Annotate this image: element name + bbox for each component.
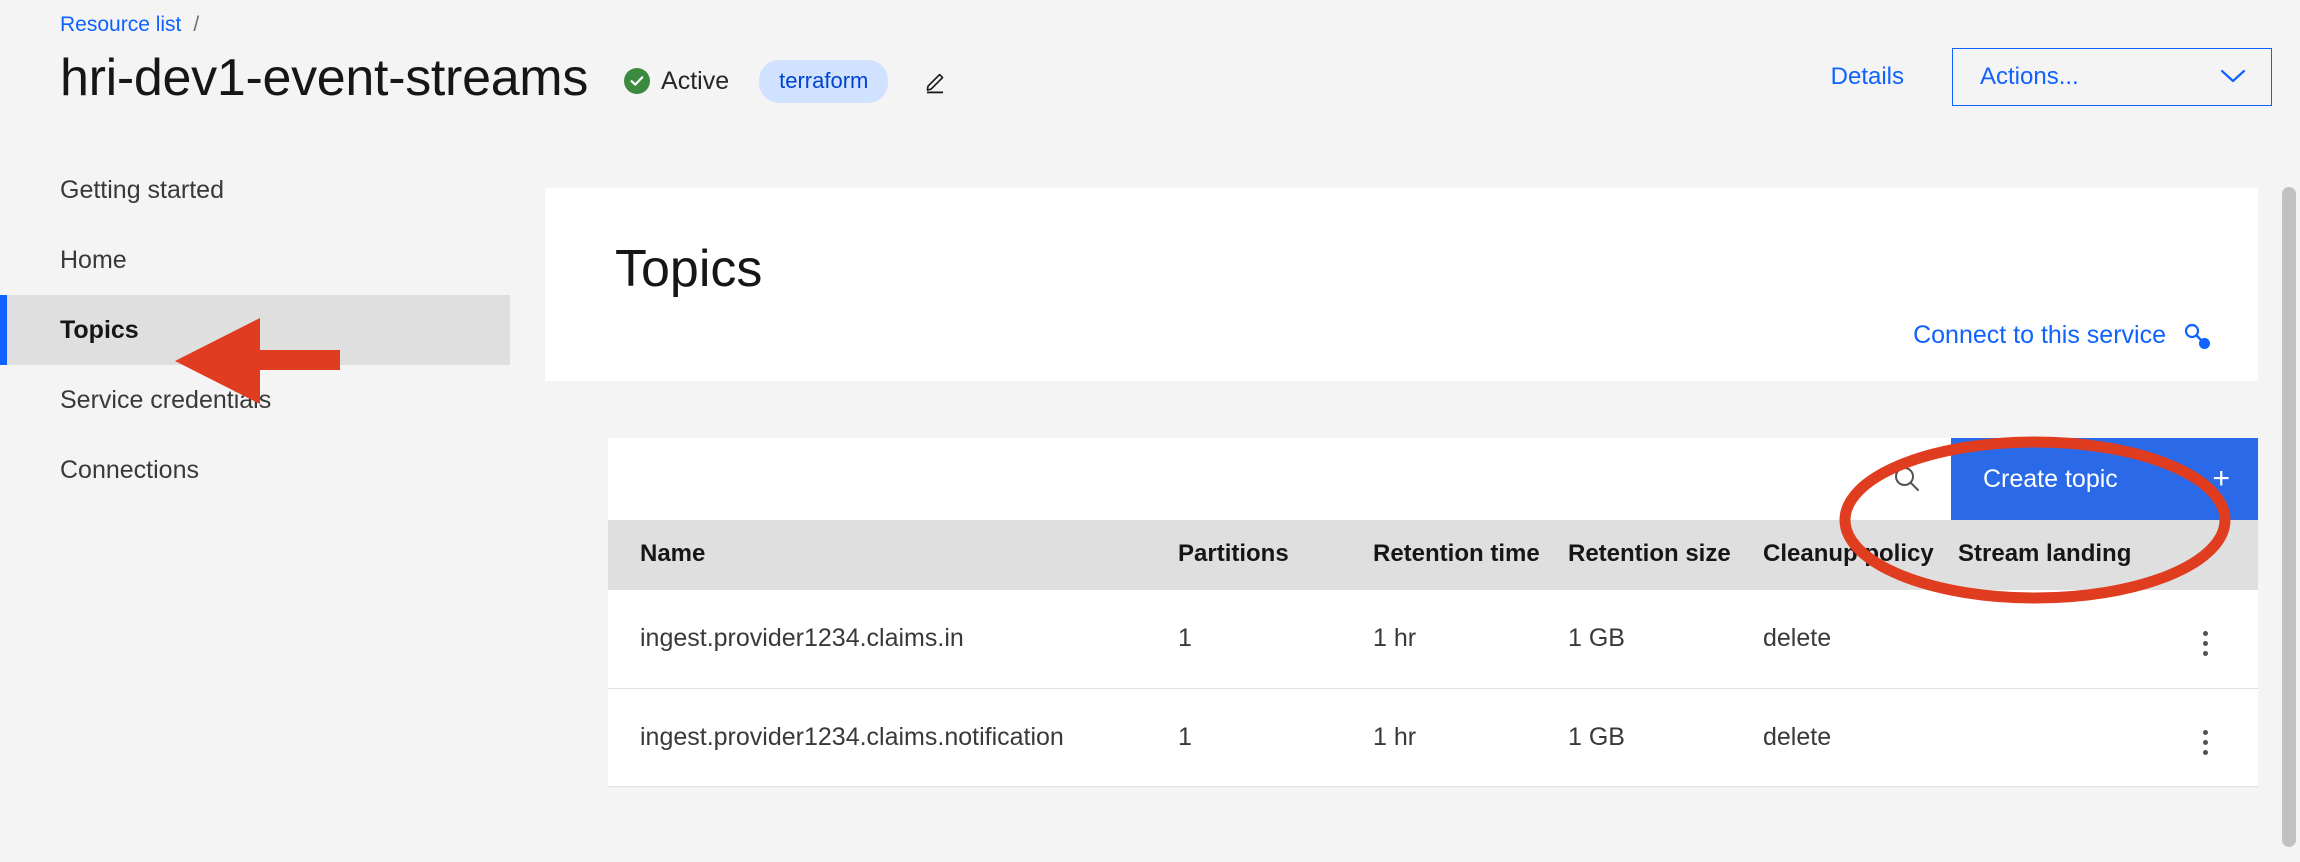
table-row[interactable]: ingest.provider1234.claims.notification … (608, 688, 2258, 787)
cell-retention-time: 1 hr (1373, 590, 1568, 689)
table-header-row: Name Partitions Retention time Retention… (608, 520, 2258, 590)
cell-cleanup-policy: delete (1763, 590, 1958, 689)
sidebar-item-label: Connections (60, 455, 199, 484)
column-header-retention-time[interactable]: Retention time (1373, 520, 1568, 590)
create-topic-label: Create topic (1983, 464, 2118, 493)
column-header-name[interactable]: Name (608, 520, 1178, 590)
sidebar-item-label: Getting started (60, 175, 224, 204)
sidebar-item-home[interactable]: Home (0, 225, 540, 295)
pencil-icon[interactable] (918, 64, 952, 98)
cell-retention-size: 1 GB (1568, 688, 1763, 787)
column-header-cleanup-policy[interactable]: Cleanup policy (1763, 520, 1958, 590)
topics-panel-header: Topics Connect to this service (545, 188, 2258, 381)
cell-name[interactable]: ingest.provider1234.claims.notification (608, 688, 1178, 787)
page-title: hri-dev1-event-streams (60, 49, 589, 107)
column-header-actions (2153, 520, 2258, 590)
cell-stream-landing (1958, 590, 2153, 689)
cell-retention-size: 1 GB (1568, 590, 1763, 689)
tag-terraform[interactable]: terraform (759, 59, 889, 103)
sidebar-item-connections[interactable]: Connections (0, 435, 540, 505)
create-topic-button[interactable]: Create topic + (1951, 438, 2258, 520)
row-overflow-menu-cell (2153, 590, 2258, 689)
cell-partitions: 1 (1178, 688, 1373, 787)
sidebar-item-label: Service credentials (60, 385, 272, 414)
sidebar-item-service-credentials[interactable]: Service credentials (0, 365, 540, 435)
overflow-menu-icon[interactable] (2186, 722, 2226, 762)
plus-icon: + (2212, 462, 2230, 495)
connect-link-label: Connect to this service (1913, 321, 2166, 349)
connect-to-this-service-link[interactable]: Connect to this service (1913, 321, 2212, 350)
topics-table-card: Create topic + Name Partitions Retention… (608, 438, 2258, 787)
status-label: Active (661, 66, 730, 95)
details-link[interactable]: Details (1831, 63, 1904, 91)
cell-stream-landing (1958, 688, 2153, 787)
sidebar-item-label: Topics (60, 315, 139, 344)
column-header-retention-size[interactable]: Retention size (1568, 520, 1763, 590)
page-header: Resource list / hri-dev1-event-streams Ac… (0, 0, 2300, 155)
cell-cleanup-policy: delete (1763, 688, 1958, 787)
connection-node-icon (2182, 322, 2212, 350)
table-head: Name Partitions Retention time Retention… (608, 520, 2258, 590)
table-toolbar: Create topic + (608, 438, 2258, 520)
chevron-down-icon (2219, 67, 2247, 88)
status-badge: Active (624, 67, 729, 96)
vertical-scrollbar[interactable] (2278, 155, 2300, 862)
table-body: ingest.provider1234.claims.in 1 1 hr 1 G… (608, 590, 2258, 787)
actions-button-label: Actions... (1980, 63, 2079, 90)
column-header-partitions[interactable]: Partitions (1178, 520, 1373, 590)
header-actions: Details Actions... (1831, 48, 2272, 106)
panel-title: Topics (615, 240, 763, 298)
title-row: hri-dev1-event-streams Active terraform (60, 48, 952, 108)
row-overflow-menu-cell (2153, 688, 2258, 787)
topics-table: Name Partitions Retention time Retention… (608, 520, 2258, 787)
check-circle-icon (624, 68, 651, 94)
overflow-menu-icon[interactable] (2186, 624, 2226, 664)
sidebar-item-label: Home (60, 245, 127, 274)
cell-name[interactable]: ingest.provider1234.claims.in (608, 590, 1178, 689)
scrollbar-thumb[interactable] (2282, 187, 2296, 847)
search-icon[interactable] (1887, 459, 1927, 499)
sidebar-nav: Getting started Home Topics Service cred… (0, 155, 540, 862)
cell-partitions: 1 (1178, 590, 1373, 689)
column-header-stream-landing[interactable]: Stream landing (1958, 520, 2153, 590)
breadcrumb: Resource list / (60, 13, 199, 37)
table-row[interactable]: ingest.provider1234.claims.in 1 1 hr 1 G… (608, 590, 2258, 689)
breadcrumb-resource-list-link[interactable]: Resource list (60, 13, 181, 36)
cell-retention-time: 1 hr (1373, 688, 1568, 787)
actions-dropdown-button[interactable]: Actions... (1952, 48, 2272, 106)
sidebar-item-getting-started[interactable]: Getting started (0, 155, 540, 225)
sidebar-item-topics[interactable]: Topics (0, 295, 510, 365)
breadcrumb-separator: / (193, 13, 200, 36)
main-content: Topics Connect to this service Create to… (540, 155, 2300, 862)
